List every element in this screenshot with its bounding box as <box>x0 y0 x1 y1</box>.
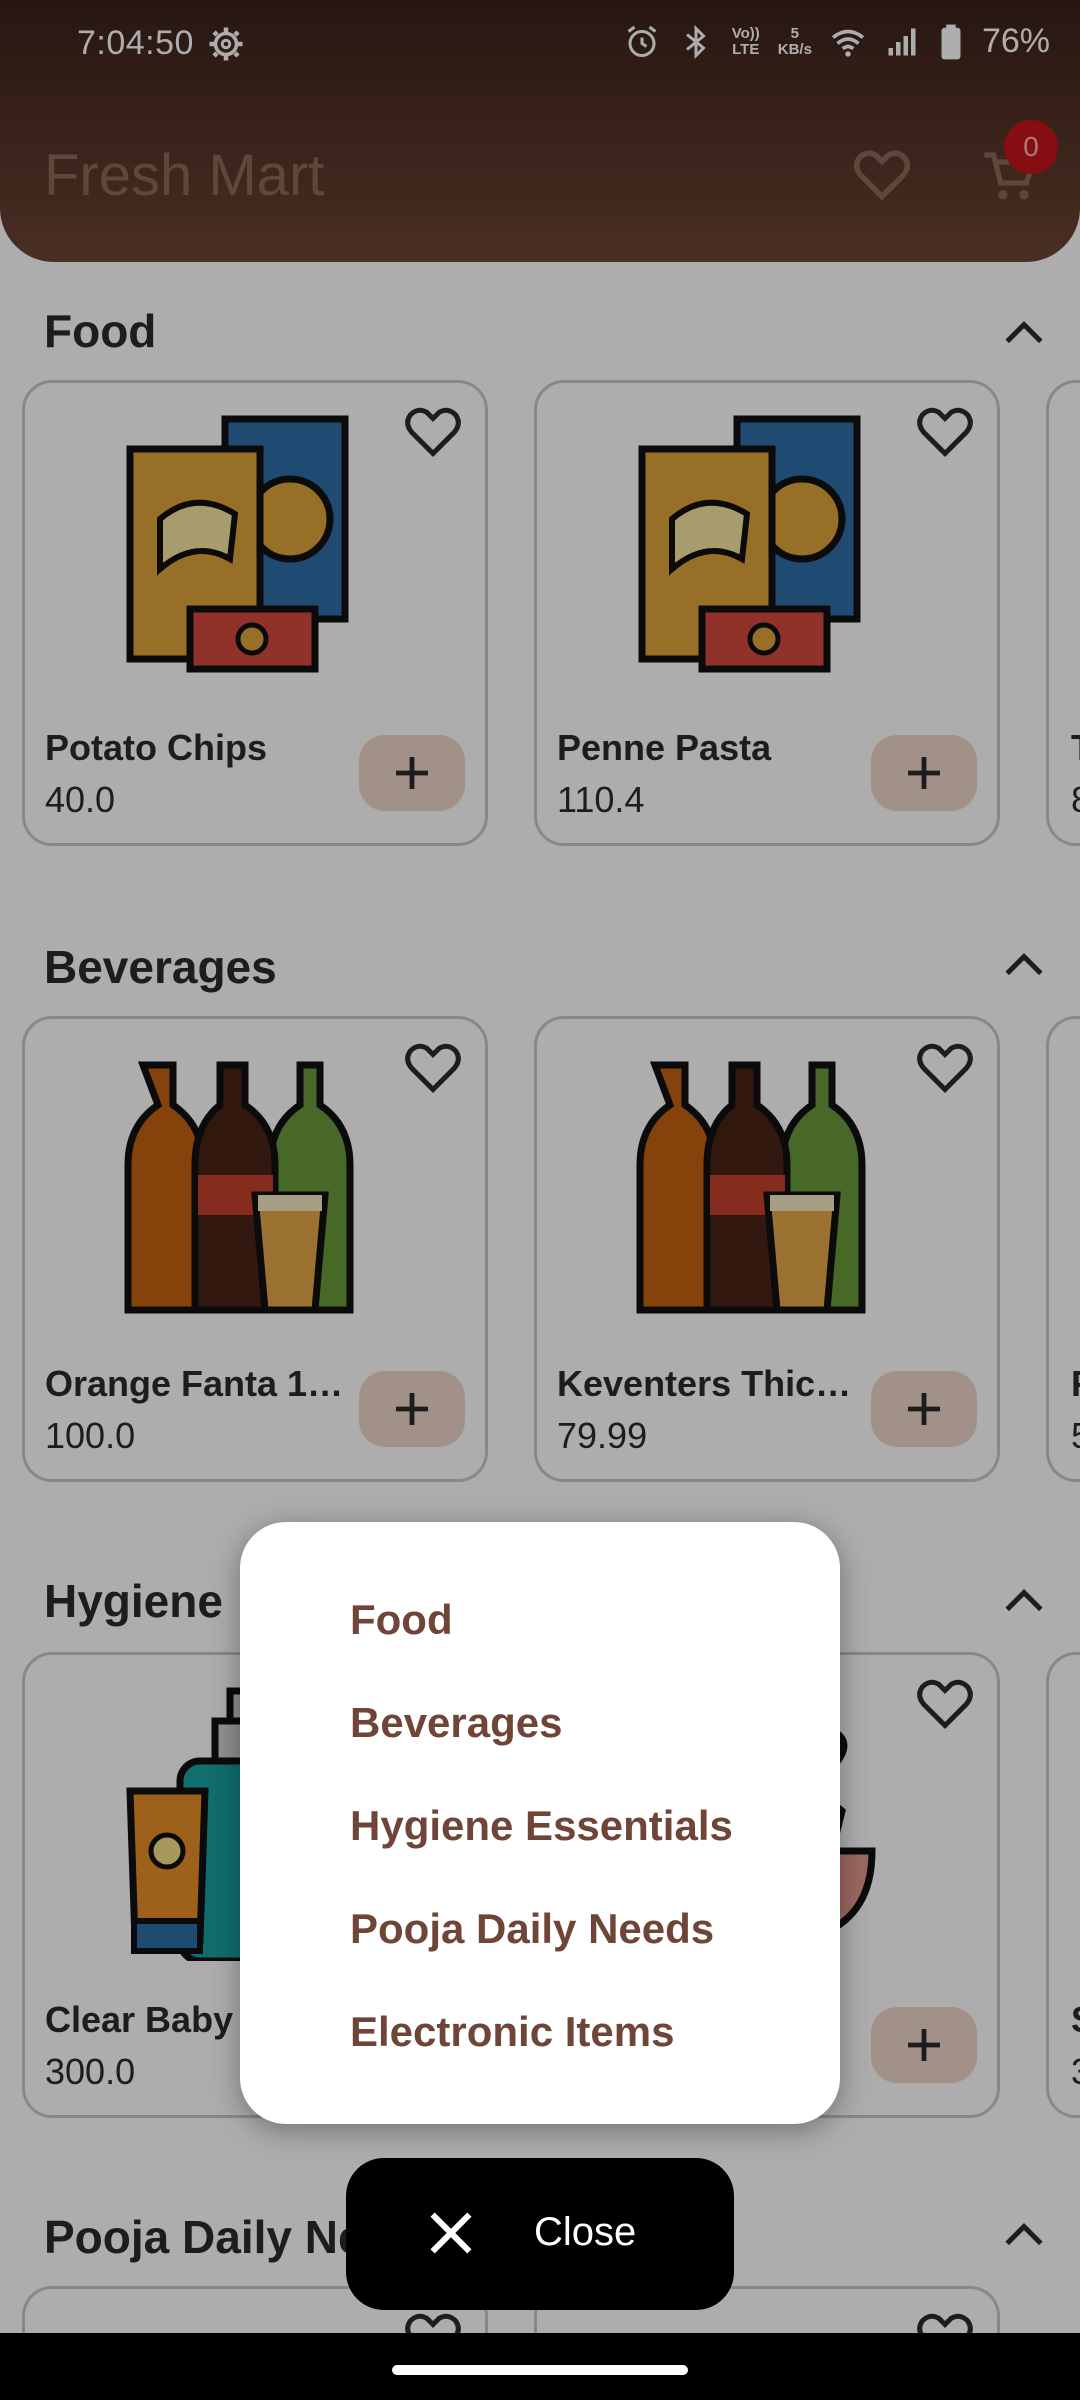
category-menu: Food Beverages Hygiene Essentials Pooja … <box>240 1522 840 2124</box>
close-label: Close <box>534 2210 637 2254</box>
menu-item-hygiene-essentials[interactable]: Hygiene Essentials <box>350 1802 733 1850</box>
menu-item-food[interactable]: Food <box>350 1596 453 1644</box>
close-menu-button[interactable]: Close <box>346 2158 734 2310</box>
close-icon <box>430 2212 472 2254</box>
menu-item-beverages[interactable]: Beverages <box>350 1699 562 1747</box>
menu-item-electronic-items[interactable]: Electronic Items <box>350 2008 674 2056</box>
menu-item-pooja-daily-needs[interactable]: Pooja Daily Needs <box>350 1905 714 1953</box>
home-indicator[interactable] <box>392 2365 688 2375</box>
